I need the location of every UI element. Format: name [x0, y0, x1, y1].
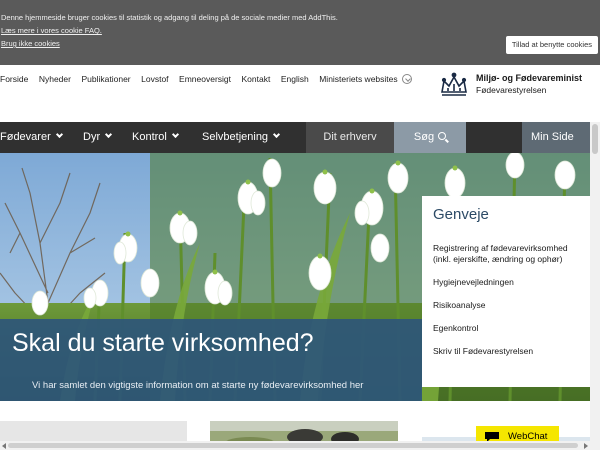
- link-kontakt[interactable]: Kontakt: [242, 74, 271, 84]
- nav-dyr[interactable]: Dyr: [83, 122, 113, 153]
- chevron-down-icon: [55, 130, 63, 139]
- shortcut-label: (inkl. ejerskifte, ændring og ophør): [433, 254, 563, 264]
- nav-fodevarer-label: Fødevarer: [0, 131, 51, 143]
- shortcut-hygiejnevejledningen[interactable]: Hygiejnevejledningen: [433, 277, 585, 288]
- link-emneoversigt[interactable]: Emneoversigt: [179, 74, 231, 84]
- min-side-label: Min Side: [531, 131, 574, 143]
- link-english[interactable]: English: [281, 74, 309, 84]
- nav-dyr-label: Dyr: [83, 131, 101, 143]
- shortcuts-panel: Genveje Registrering af fødevarevirksomh…: [422, 196, 590, 387]
- hero-subtitle: Vi har samlet den vigtigste information …: [32, 380, 364, 391]
- link-publikationer[interactable]: Publikationer: [81, 74, 130, 84]
- top-header: Forside Nyheder Publikationer Lovstof Em…: [0, 65, 600, 122]
- shortcut-label: Risikoanalyse: [433, 300, 486, 310]
- site-logo[interactable]: Miljø- og Fødevareminist Fødevarestyrels…: [438, 72, 582, 98]
- cookie-info-text: Denne hjemmeside bruger cookies til stat…: [1, 13, 338, 22]
- link-nyheder[interactable]: Nyheder: [39, 74, 71, 84]
- link-forside[interactable]: Forside: [0, 74, 28, 84]
- shortcut-label: Skriv til Fødevarestyrelsen: [433, 346, 534, 356]
- chevron-down-icon: [171, 130, 179, 139]
- shortcuts-list: Registrering af fødevarevirksomhed (inkl…: [433, 243, 585, 369]
- accept-cookies-button[interactable]: Tillad at benytte cookies: [505, 36, 598, 54]
- search-label: Søg: [413, 131, 435, 143]
- nav-kontrol-label: Kontrol: [132, 131, 167, 143]
- nav-fodevarer[interactable]: Fødevarer: [0, 122, 63, 153]
- nav-kontrol[interactable]: Kontrol: [132, 122, 179, 153]
- shortcut-label: Registrering af fødevarevirksomhed: [433, 243, 568, 253]
- shortcut-skriv-til[interactable]: Skriv til Fødevarestyrelsen: [433, 346, 585, 357]
- shortcut-registrering[interactable]: Registrering af fødevarevirksomhed (inkl…: [433, 243, 585, 265]
- hero-title: Skal du starte virksomhed?: [12, 329, 314, 357]
- main-navigation: Fødevarer Dyr Kontrol Selvbetjening Dit …: [0, 122, 600, 153]
- shortcut-label: Egenkontrol: [433, 323, 479, 333]
- dit-erhverv-button[interactable]: Dit erhverv: [306, 122, 394, 153]
- vertical-scrollbar[interactable]: [590, 122, 600, 450]
- chevron-down-icon: [105, 130, 113, 139]
- nav-selvbetjening[interactable]: Selvbetjening: [202, 122, 281, 153]
- link-ministeriets-websites[interactable]: Ministeriets websites: [319, 74, 397, 84]
- agency-name: Fødevarestyrelsen: [476, 85, 547, 95]
- scroll-left-arrow-icon[interactable]: [2, 443, 6, 449]
- cookie-banner: Denne hjemmeside bruger cookies til stat…: [0, 0, 600, 65]
- shortcut-risikoanalyse[interactable]: Risikoanalyse: [433, 300, 585, 311]
- cookie-faq-link[interactable]: Læs mere i vores cookie FAQ.: [1, 24, 338, 37]
- crown-icon: [441, 72, 467, 96]
- ministry-name: Miljø- og Fødevareminist: [476, 73, 583, 83]
- horizontal-scrollbar[interactable]: [0, 441, 590, 450]
- scrollbar-thumb[interactable]: [8, 443, 578, 448]
- scroll-right-arrow-icon[interactable]: [584, 443, 588, 449]
- cookie-message: Denne hjemmeside bruger cookies til stat…: [1, 11, 338, 50]
- chevron-down-circle-icon[interactable]: [402, 74, 413, 84]
- scrollbar-thumb[interactable]: [592, 124, 598, 154]
- decline-cookies-link[interactable]: Brug ikke cookies: [1, 37, 338, 50]
- min-side-button[interactable]: Min Side: [522, 122, 594, 153]
- search-icon: [438, 132, 447, 140]
- utility-links: Forside Nyheder Publikationer Lovstof Em…: [0, 74, 413, 84]
- shortcut-label: Hygiejnevejledningen: [433, 277, 514, 287]
- link-lovstof[interactable]: Lovstof: [141, 74, 168, 84]
- nav-selvbetjening-label: Selvbetjening: [202, 131, 269, 143]
- shortcuts-title: Genveje: [433, 206, 489, 223]
- shortcut-egenkontrol[interactable]: Egenkontrol: [433, 323, 585, 334]
- search-button[interactable]: Søg: [394, 122, 466, 153]
- hero-caption[interactable]: Skal du starte virksomhed? Vi har samlet…: [0, 319, 422, 401]
- chevron-down-icon: [273, 130, 281, 139]
